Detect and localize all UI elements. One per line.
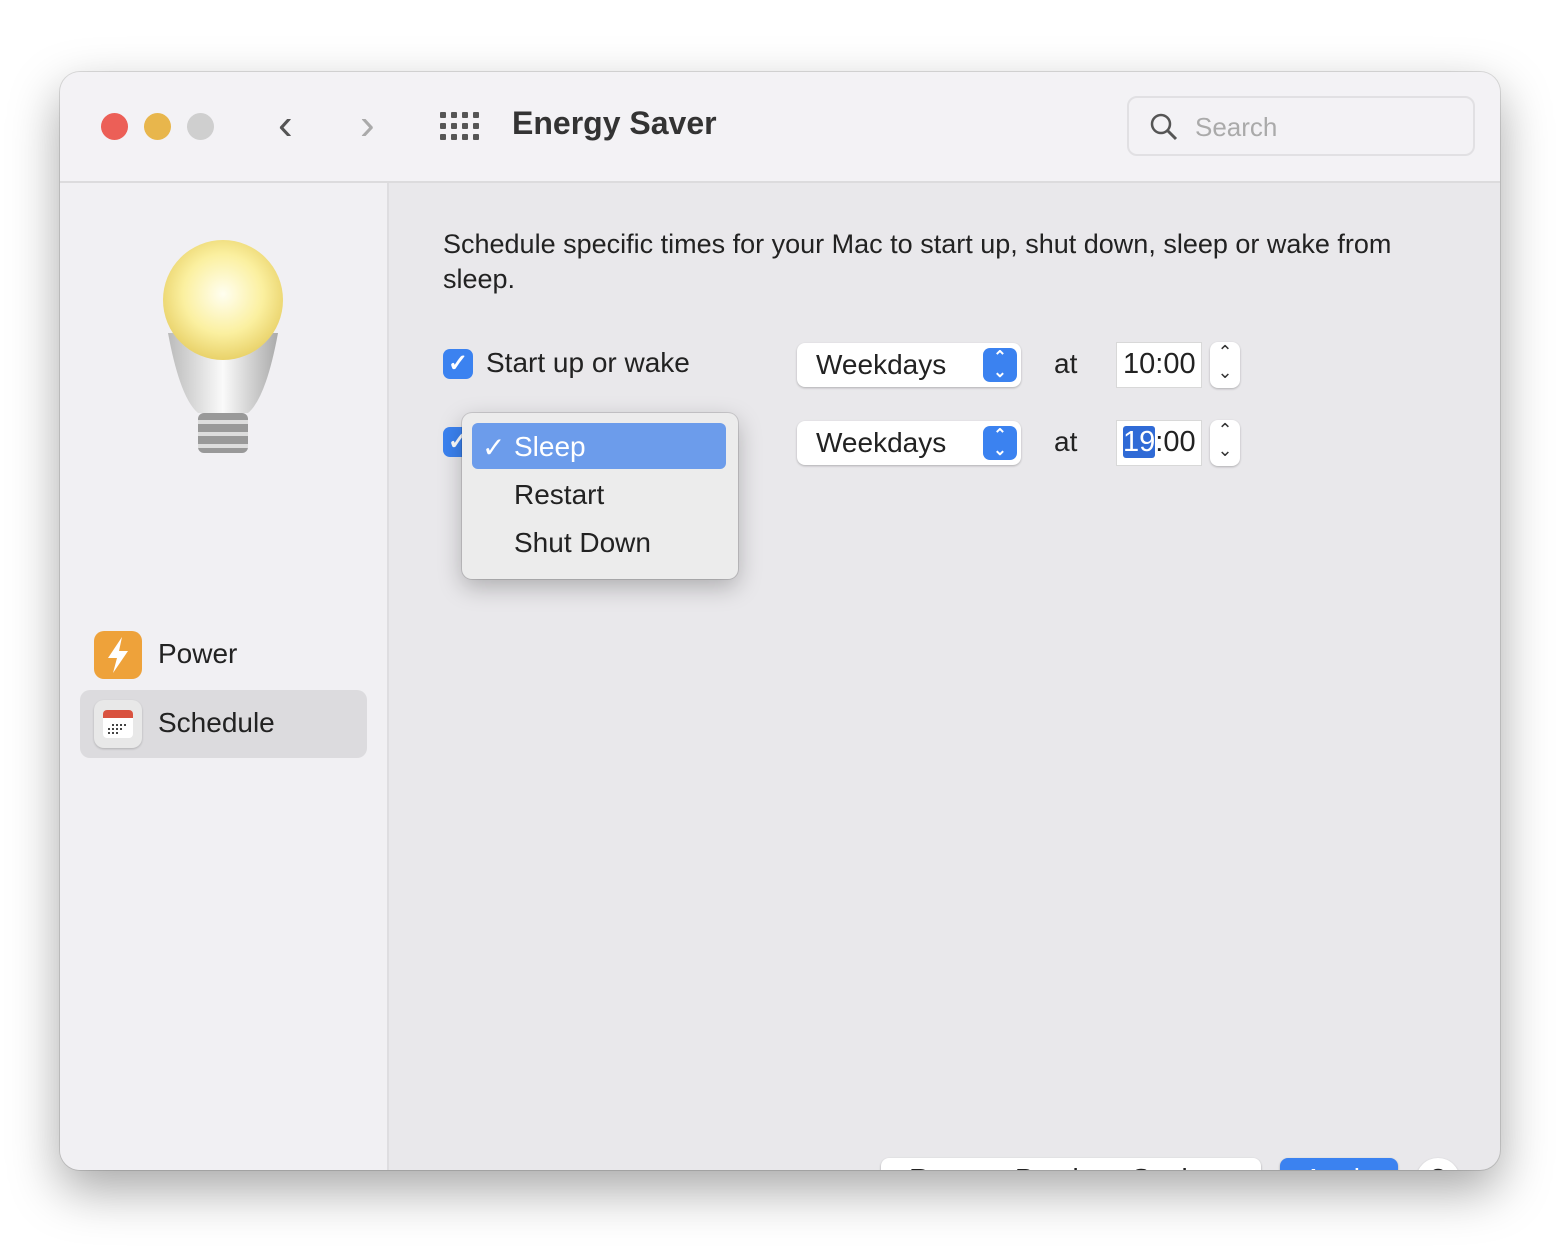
apply-button[interactable]: Apply [1280,1158,1398,1170]
action-time-field[interactable]: 19:00 [1116,420,1202,466]
action-dropdown-menu: ✓ Sleep Restart Shut Down [462,413,738,579]
action-time-stepper[interactable]: ⌃ ⌄ [1210,420,1240,466]
help-button[interactable]: ? [1416,1158,1460,1170]
hour[interactable]: 10 [1123,348,1155,380]
menu-item-sleep[interactable]: ✓ Sleep [472,423,726,469]
hour-selected[interactable]: 19 [1123,426,1156,458]
back-chevron-icon[interactable]: ‹ [278,100,293,150]
at-label: at [1054,348,1078,379]
menu-item-label: Sleep [514,431,586,462]
checkmark-icon: ✓ [482,432,506,463]
menu-item-label: Shut Down [514,527,651,558]
search-input[interactable]: Search [1127,96,1475,156]
sidebar-item-label: Schedule [158,707,275,738]
startup-time-field[interactable]: 10:00 [1116,342,1202,388]
forward-chevron-icon[interactable]: › [360,100,375,150]
sidebar-item-label: Power [158,638,238,669]
search-placeholder: Search [1195,112,1278,142]
minute[interactable]: 00 [1163,426,1195,458]
menu-item-label: Restart [514,479,605,510]
at-label: at [1054,426,1078,457]
menu-item-shut-down[interactable]: Shut Down [472,519,726,565]
startup-checkbox[interactable]: ✓ [443,349,473,379]
minimize-button[interactable] [144,113,171,140]
lightbulb-icon [163,240,283,453]
close-button[interactable] [101,113,128,140]
days-value: Weekdays [816,427,947,458]
restore-previous-settings-button[interactable]: Restore Previous Settings [881,1158,1261,1170]
minute[interactable]: 00 [1163,348,1195,380]
startup-days-popup[interactable]: Weekdays ⌃ ⌄ [797,343,1021,387]
days-value: Weekdays [816,349,947,380]
sidebar-item-power[interactable]: Power [80,621,367,689]
updown-chevron-icon: ⌃ ⌄ [983,348,1017,382]
show-all-grid-icon[interactable] [440,112,480,140]
action-days-popup[interactable]: Weekdays ⌃ ⌄ [797,421,1021,465]
schedule-pane: Schedule specific times for your Mac to … [390,183,1500,1170]
lightning-icon [94,631,142,679]
zoom-button[interactable] [187,113,214,140]
menu-item-restart[interactable]: Restart [472,471,726,517]
window-title: Energy Saver [512,105,717,141]
description: Schedule specific times for your Mac to … [443,229,1392,294]
startup-label: Start up or wake [486,347,690,378]
updown-chevron-icon: ⌃ ⌄ [983,426,1017,460]
startup-time-stepper[interactable]: ⌃ ⌄ [1210,342,1240,388]
search-icon [1150,113,1178,141]
sidebar: Power Schedule [60,183,389,1170]
calendar-icon [94,700,142,748]
energy-saver-window: ‹ › Energy Saver Search Power Schedule S… [60,72,1500,1170]
sidebar-item-schedule[interactable]: Schedule [80,690,367,758]
titlebar: ‹ › Energy Saver Search [60,72,1500,183]
